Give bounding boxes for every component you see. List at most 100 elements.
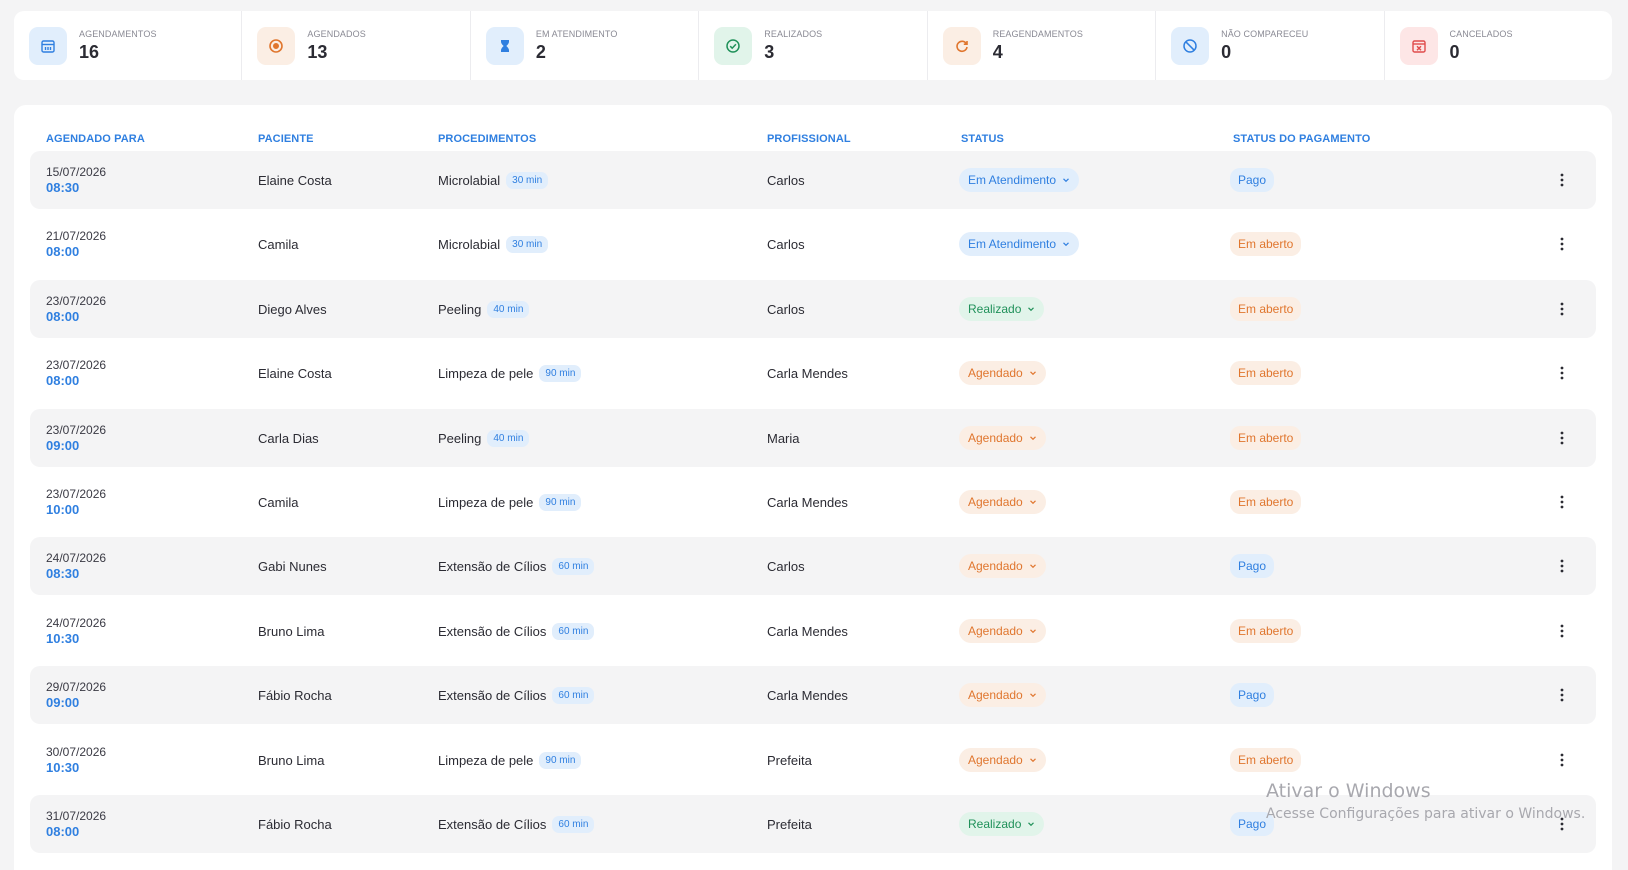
chevron-down-icon — [1021, 305, 1035, 313]
more-options-icon[interactable] — [1554, 816, 1570, 832]
status-dropdown[interactable]: Em Atendimento — [959, 168, 1080, 192]
status-label: Agendado — [968, 624, 1023, 638]
stat-label: Realizados — [764, 28, 823, 39]
more-options-icon[interactable] — [1554, 172, 1570, 188]
payment-status-cell: Pago — [1230, 537, 1275, 595]
duration-badge: 90 min — [539, 751, 582, 769]
appointment-date: 29/07/2026 — [46, 680, 107, 694]
status-cell: Agendado — [959, 602, 1046, 660]
patient-name: Fábio Rocha — [258, 687, 332, 703]
appointment-time: 08:30 — [46, 566, 80, 581]
more-options-icon[interactable] — [1554, 301, 1570, 317]
stat-card-agendados[interactable]: Agendados 13 — [242, 11, 471, 80]
table-row[interactable]: 30/07/2026 10:30 Bruno Lima Limpeza de pele… — [30, 731, 1596, 789]
payment-status-cell: Em aberto — [1230, 602, 1302, 660]
table-row[interactable]: 24/07/2026 08:30 Gabi Nunes Extensão de Cíl… — [30, 537, 1596, 595]
column-header-profissional[interactable]: Profissional — [767, 133, 851, 145]
more-options-icon[interactable] — [1554, 687, 1570, 703]
appointments-table: Agendado para Paciente Procedimentos Pro… — [14, 105, 1612, 870]
stat-card-realizados[interactable]: Realizados 3 — [699, 11, 928, 80]
payment-status-cell: Pago — [1230, 666, 1275, 724]
status-dropdown[interactable]: Agendado — [959, 426, 1046, 450]
table-row[interactable]: 24/07/2026 10:30 Bruno Lima Extensão de Cíl… — [30, 602, 1596, 660]
professional-name: Carla Mendes — [767, 623, 848, 639]
scheduled-for-cell: 21/07/2026 08:00 — [46, 215, 106, 273]
table-row[interactable]: 23/07/2026 09:00 Carla Dias Peeling 40 min Ma… — [30, 409, 1596, 467]
appointment-date: 23/07/2026 — [46, 423, 107, 437]
status-dropdown[interactable]: Realizado — [959, 812, 1045, 836]
calendar-x-icon — [1399, 26, 1438, 65]
table-row[interactable]: 23/07/2026 08:00 Elaine Costa Limpeza de pe… — [30, 344, 1596, 402]
status-cell: Agendado — [959, 344, 1046, 402]
stat-card-cancelados[interactable]: Cancelados 0 — [1385, 11, 1612, 80]
table-row[interactable]: 21/07/2026 08:00 Camila Microlabial 30 min Ca… — [30, 215, 1596, 273]
table-row[interactable]: 31/07/2026 08:00 Fábio Rocha Extensão de Cí… — [30, 795, 1596, 853]
more-options-icon[interactable] — [1554, 430, 1570, 446]
procedure-cell: Peeling 40 min — [438, 280, 530, 338]
more-options-icon[interactable] — [1554, 494, 1570, 510]
duration-badge: 90 min — [539, 493, 582, 511]
more-options-icon[interactable] — [1554, 558, 1570, 574]
chevron-down-icon — [1023, 498, 1037, 506]
appointment-date: 23/07/2026 — [46, 358, 107, 372]
column-header-procedimentos[interactable]: Procedimentos — [438, 133, 536, 145]
patient-name: Elaine Costa — [258, 365, 332, 381]
stat-card-nao-compareceu[interactable]: Não compareceu 0 — [1156, 11, 1385, 80]
status-label: Realizado — [968, 302, 1022, 316]
duration-badge: 60 min — [552, 815, 595, 833]
patient-name: Camila — [258, 236, 299, 252]
more-options-icon[interactable] — [1554, 236, 1570, 252]
table-row[interactable]: 29/07/2026 09:00 Fábio Rocha Extensão de Cí… — [30, 666, 1596, 724]
payment-status-badge: Pago — [1230, 812, 1275, 836]
status-dropdown[interactable]: Agendado — [959, 619, 1046, 643]
appointment-date: 30/07/2026 — [46, 745, 107, 759]
column-header-status-pagamento[interactable]: Status do pagamento — [1233, 133, 1370, 145]
appointment-date: 15/07/2026 — [46, 165, 107, 179]
procedure-name: Extensão de Cílios — [438, 623, 547, 639]
procedure-cell: Limpeza de pele 90 min — [438, 731, 582, 789]
column-header-status[interactable]: Status — [961, 133, 1004, 145]
payment-status-badge: Em aberto — [1230, 426, 1302, 450]
appointment-date: 21/07/2026 — [46, 229, 107, 243]
payment-status-badge: Em aberto — [1230, 232, 1302, 256]
table-row[interactable]: 15/07/2026 08:30 Elaine Costa Microlabial 30… — [30, 151, 1596, 209]
more-options-icon[interactable] — [1554, 752, 1570, 768]
appointment-date: 24/07/2026 — [46, 551, 107, 565]
payment-status-badge: Em aberto — [1230, 619, 1302, 643]
procedure-cell: Extensão de Cílios 60 min — [438, 537, 595, 595]
status-dropdown[interactable]: Agendado — [959, 748, 1046, 772]
more-options-icon[interactable] — [1554, 623, 1570, 639]
professional-name: Prefeita — [767, 752, 812, 768]
procedure-name: Extensão de Cílios — [438, 816, 547, 832]
column-header-paciente[interactable]: Paciente — [258, 133, 314, 145]
stat-card-em-atendimento[interactable]: Em atendimento 2 — [471, 11, 700, 80]
more-options-icon[interactable] — [1554, 365, 1570, 381]
status-dropdown[interactable]: Realizado — [959, 297, 1045, 321]
status-label: Agendado — [968, 495, 1023, 509]
status-dropdown[interactable]: Agendado — [959, 554, 1046, 578]
appointment-time: 09:00 — [46, 438, 80, 453]
stat-value: 3 — [764, 41, 775, 62]
status-dropdown[interactable]: Agendado — [959, 361, 1046, 385]
payment-status-cell: Pago — [1230, 151, 1275, 209]
appointment-time: 08:00 — [46, 244, 80, 259]
status-dropdown[interactable]: Agendado — [959, 683, 1046, 707]
status-cell: Agendado — [959, 731, 1046, 789]
status-dropdown[interactable]: Agendado — [959, 490, 1046, 514]
status-cell: Agendado — [959, 666, 1046, 724]
hourglass-icon — [485, 26, 524, 65]
status-label: Agendado — [968, 366, 1023, 380]
scheduled-for-cell: 15/07/2026 08:30 — [46, 151, 106, 209]
patient-name: Camila — [258, 494, 299, 510]
stat-card-reagendamentos[interactable]: Reagendamentos 4 — [928, 11, 1157, 80]
payment-status-cell: Em aberto — [1230, 344, 1302, 402]
stat-card-agendamentos[interactable]: Agendamentos 16 — [14, 11, 243, 80]
appointment-date: 31/07/2026 — [46, 809, 107, 823]
table-row[interactable]: 23/07/2026 10:00 Camila Limpeza de pele 90 m… — [30, 473, 1596, 531]
procedure-cell: Extensão de Cílios 60 min — [438, 795, 595, 853]
procedure-cell: Limpeza de pele 90 min — [438, 473, 582, 531]
table-row[interactable]: 23/07/2026 08:00 Diego Alves Peeling 40 min C… — [30, 280, 1596, 338]
status-dropdown[interactable]: Em Atendimento — [959, 232, 1080, 256]
scheduled-for-cell: 24/07/2026 08:30 — [46, 537, 106, 595]
column-header-agendado-para[interactable]: Agendado para — [46, 133, 145, 145]
